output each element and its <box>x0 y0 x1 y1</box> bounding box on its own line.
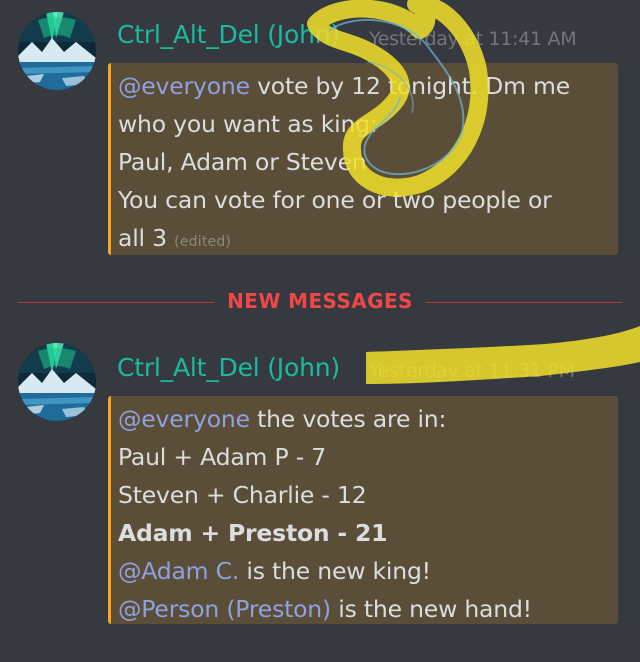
message-line: @Person (Preston) is the new hand! <box>118 590 612 628</box>
message-line: @everyone the votes are in: <box>118 400 612 438</box>
message-content: @everyone the votes are in: Paul + Adam … <box>108 396 618 624</box>
message-line: @everyone vote by 12 tonight. Dm me <box>118 67 612 105</box>
aurora-landscape-avatar-icon <box>18 12 96 90</box>
line-text: is the new king! <box>239 557 431 585</box>
message-line: Steven + Charlie - 12 <box>118 481 367 509</box>
message-content: @everyone vote by 12 tonight. Dm me who … <box>108 63 618 255</box>
mention-everyone[interactable]: @everyone <box>118 405 250 433</box>
author-name[interactable]: Ctrl_Alt_Del (John) <box>117 20 340 49</box>
message-line: You can vote for one or two people or <box>118 186 552 214</box>
line-text: is the new hand! <box>330 595 532 623</box>
mention-adam-c[interactable]: @Adam C. <box>118 557 239 585</box>
edited-label: (edited) <box>174 234 232 250</box>
new-messages-label: NEW MESSAGES <box>227 289 413 313</box>
line-text: the votes are in: <box>249 405 447 433</box>
aurora-landscape-avatar-icon <box>18 343 96 421</box>
author-avatar[interactable] <box>18 343 96 421</box>
message-line: @Adam C. is the new king! <box>118 552 612 590</box>
message-timestamp: Yesterday at 11:31 PM <box>369 360 575 382</box>
message-line: Paul + Adam P - 7 <box>118 443 327 471</box>
message-timestamp: Yesterday at 11:41 AM <box>369 28 577 50</box>
message-line: who you want as king: <box>118 110 378 138</box>
mention-everyone[interactable]: @everyone <box>118 72 250 100</box>
message-line-bold: Adam + Preston - 21 <box>118 519 388 547</box>
line-text: vote by 12 tonight. Dm me <box>249 72 570 100</box>
mention-person-preston[interactable]: @Person (Preston) <box>118 595 331 623</box>
line-text: all 3 <box>118 224 167 252</box>
message-line: all 3 (edited) <box>118 219 612 261</box>
author-avatar[interactable] <box>18 12 96 90</box>
author-name[interactable]: Ctrl_Alt_Del (John) <box>117 353 340 382</box>
message-line: Paul, Adam or Steven <box>118 148 367 176</box>
